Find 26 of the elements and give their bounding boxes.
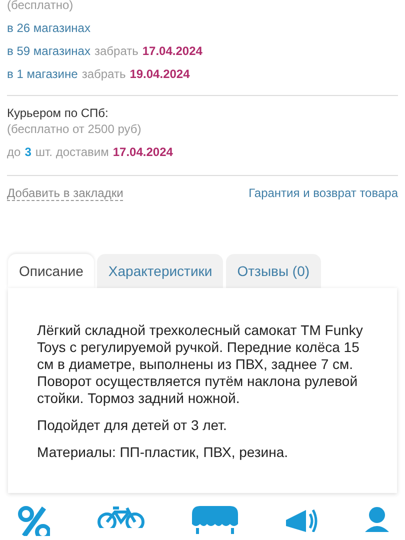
bicycle-icon xyxy=(96,506,145,528)
quantity-text: 3 xyxy=(24,145,32,159)
courier-title: Курьером по СПб: xyxy=(7,106,110,120)
person-icon xyxy=(365,506,389,532)
percent-icon xyxy=(18,506,50,536)
date-text: 19.04.2024 xyxy=(130,67,190,81)
date-text: 17.04.2024 xyxy=(112,145,173,159)
label-text: шт. доставим xyxy=(35,145,109,159)
tab[interactable]: Описание xyxy=(8,254,94,288)
store-link[interactable]: в 59 магазинах xyxy=(7,44,90,58)
free-note: (бесплатно) xyxy=(7,0,74,12)
tab[interactable]: Отзывы (0) xyxy=(226,254,321,288)
tab[interactable]: Характеристики xyxy=(97,254,224,288)
store-link[interactable]: в 1 магазине xyxy=(7,67,78,81)
bookmark-link[interactable]: Добавить в закладки xyxy=(7,186,124,201)
description-paragraph: Подойдет для детей от 3 лет. xyxy=(37,417,228,434)
date-text: 17.04.2024 xyxy=(142,44,202,58)
description-paragraph: Материалы: ПП-пластик, ПВХ, резина. xyxy=(37,444,290,461)
label-text: до xyxy=(7,145,21,159)
store-link[interactable]: в 26 магазинах xyxy=(7,21,90,35)
label-text: забрать xyxy=(94,44,138,58)
warranty-link[interactable]: Гарантия и возврат товара xyxy=(248,186,398,201)
courier-note: (бесплатно от 2500 руб) xyxy=(7,122,142,136)
label-text: забрать xyxy=(82,67,126,81)
store-awning-icon xyxy=(192,506,238,534)
description-paragraph: Лёгкий складной трехколесный самокат TM Funky Toys с регулируемой ручкой. Передние колёса 15 см в диаметре, выполнены из ПВХ, заднее 7 см. Поворот осуществляется путём наклона рулевой стойки. Тормоз задний ножной. xyxy=(37,322,364,407)
